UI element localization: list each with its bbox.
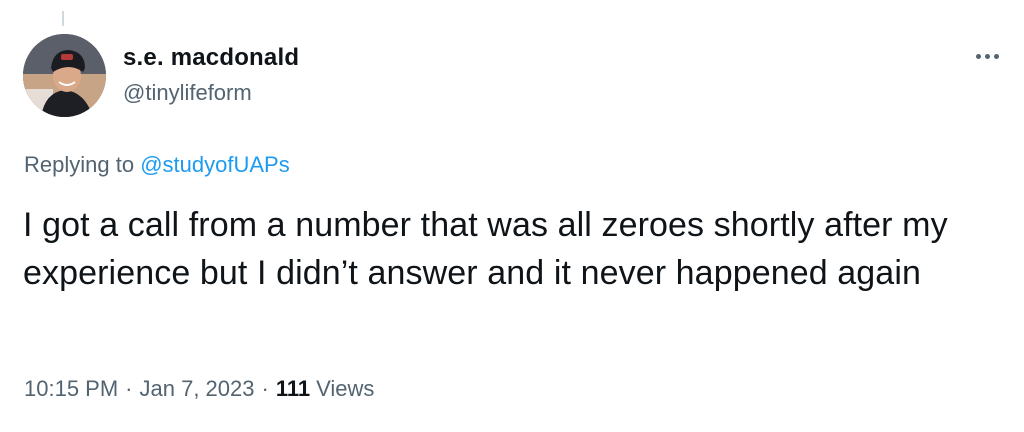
tweet-time[interactable]: 10:15 PM bbox=[24, 376, 118, 402]
tweet-card: s.e. macdonald @tinylifeform Replying to… bbox=[0, 0, 1024, 432]
more-horizontal-icon bbox=[984, 53, 990, 59]
views-label[interactable]: Views bbox=[316, 376, 374, 402]
more-options-button[interactable] bbox=[970, 44, 1004, 68]
avatar-photo bbox=[23, 34, 106, 117]
avatar[interactable] bbox=[23, 34, 106, 117]
tweet-meta: 10:15 PM · Jan 7, 2023 · 111 Views bbox=[24, 376, 374, 402]
user-handle[interactable]: @tinylifeform bbox=[123, 80, 299, 106]
tweet-date[interactable]: Jan 7, 2023 bbox=[140, 376, 255, 402]
replying-to: Replying to @studyofUAPs bbox=[24, 152, 290, 178]
tweet-text: I got a call from a number that was all … bbox=[23, 206, 948, 292]
display-name[interactable]: s.e. macdonald bbox=[123, 44, 299, 72]
meta-separator: · bbox=[125, 376, 133, 401]
thread-connector-line bbox=[62, 11, 64, 26]
more-horizontal-icon bbox=[993, 53, 999, 59]
meta-separator: · bbox=[261, 376, 269, 401]
views-count[interactable]: 111 bbox=[276, 376, 310, 402]
reply-mention-link[interactable]: @studyofUAPs bbox=[140, 152, 290, 177]
user-block[interactable]: s.e. macdonald @tinylifeform bbox=[123, 44, 299, 106]
more-horizontal-icon bbox=[975, 53, 981, 59]
replying-to-label: Replying to bbox=[24, 152, 135, 177]
